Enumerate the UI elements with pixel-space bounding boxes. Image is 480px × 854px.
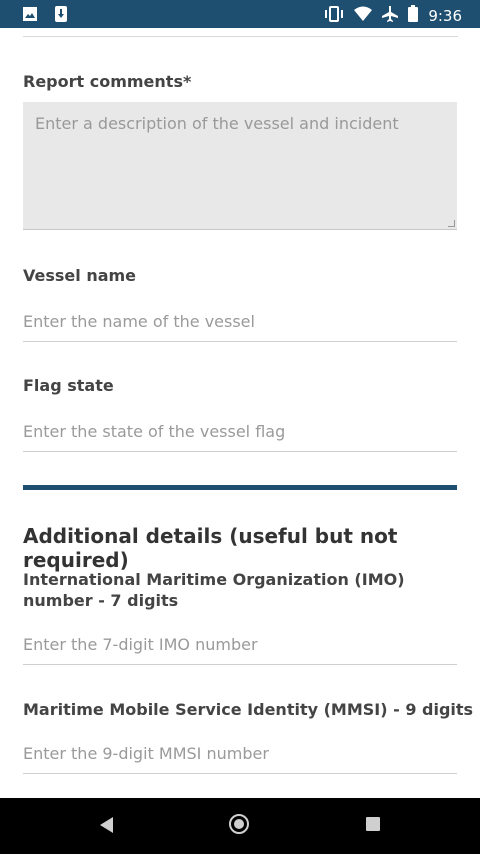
resize-handle-icon[interactable] bbox=[448, 220, 455, 227]
mmsi-input[interactable]: Enter the 9-digit MMSI number bbox=[23, 735, 457, 774]
mmsi-label: Maritime Mobile Service Identity (MMSI) … bbox=[23, 700, 474, 719]
mmsi-placeholder: Enter the 9-digit MMSI number bbox=[23, 744, 269, 763]
imo-placeholder: Enter the 7-digit IMO number bbox=[23, 635, 258, 654]
recent-apps-icon[interactable] bbox=[366, 817, 380, 831]
vessel-name-placeholder: Enter the name of the vessel bbox=[23, 312, 255, 331]
status-time: 9:36 bbox=[428, 7, 462, 25]
report-comments-textarea[interactable]: Enter a description of the vessel and in… bbox=[23, 102, 457, 230]
airplane-icon bbox=[382, 5, 399, 27]
flag-state-input[interactable]: Enter the state of the vessel flag bbox=[23, 413, 457, 452]
image-icon bbox=[22, 6, 38, 27]
report-comments-label: Report comments* bbox=[23, 72, 192, 91]
download-icon bbox=[54, 6, 68, 27]
battery-icon bbox=[408, 5, 419, 27]
wifi-icon bbox=[354, 6, 373, 27]
imo-label: International Maritime Organization (IMO… bbox=[23, 570, 405, 610]
section-divider bbox=[23, 485, 457, 490]
divider bbox=[23, 36, 458, 37]
report-form: Report comments* Enter a description of … bbox=[0, 28, 480, 798]
home-icon[interactable] bbox=[229, 814, 249, 834]
imo-input[interactable]: Enter the 7-digit IMO number bbox=[23, 626, 457, 665]
navigation-bar bbox=[0, 798, 480, 854]
additional-details-title: Additional details (useful but not requi… bbox=[23, 524, 398, 572]
flag-state-label: Flag state bbox=[23, 376, 114, 395]
vessel-name-input[interactable]: Enter the name of the vessel bbox=[23, 303, 457, 342]
flag-state-placeholder: Enter the state of the vessel flag bbox=[23, 422, 286, 441]
report-comments-placeholder: Enter a description of the vessel and in… bbox=[35, 114, 399, 133]
back-icon[interactable] bbox=[100, 817, 113, 833]
vibrate-icon bbox=[324, 5, 344, 27]
vessel-name-label: Vessel name bbox=[23, 266, 137, 285]
status-bar: 9:36 bbox=[0, 0, 480, 28]
